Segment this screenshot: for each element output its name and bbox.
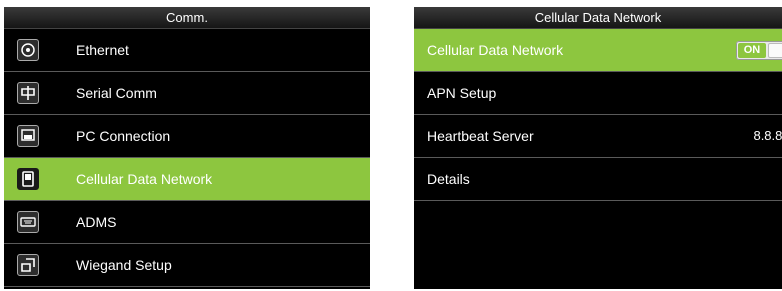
menu-item-serial-comm[interactable]: Serial Comm [4,72,370,115]
menu-item-pc-connection[interactable]: PC Connection [4,115,370,158]
serial-icon [17,82,39,104]
menu-item-label: PC Connection [76,128,171,144]
toggle-knob [768,43,782,58]
wiegand-icon [17,254,39,276]
ethernet-icon [17,39,39,61]
setting-cellular-data-network[interactable]: Cellular Data Network ON [414,29,782,72]
menu-item-wiegand-setup[interactable]: Wiegand Setup [4,244,370,287]
screen-title: Cellular Data Network [414,7,782,29]
setting-heartbeat-server[interactable]: Heartbeat Server 8.8.8. [414,115,782,158]
menu-item-label: Cellular Data Network [76,171,213,187]
toggle-state: ON [738,43,766,58]
menu-item-label: Wiegand Setup [76,257,172,273]
screen-title: Comm. [4,7,370,29]
menu-item-ethernet[interactable]: Ethernet [4,29,370,72]
cellular-icon [17,168,39,190]
setting-label: Cellular Data Network [427,42,564,58]
comm-menu-screen: Comm. Ethernet Serial Comm PC Connection… [4,7,370,289]
setting-label: APN Setup [427,85,497,101]
setting-label: Details [427,171,470,187]
setting-apn-setup[interactable]: APN Setup [414,72,782,115]
cellular-settings-screen: Cellular Data Network Cellular Data Netw… [414,7,782,289]
setting-label: Heartbeat Server [427,128,534,144]
menu-item-adms[interactable]: ADMS [4,201,370,244]
menu-item-label: Serial Comm [76,85,157,101]
setting-value: 8.8.8. [753,128,782,143]
menu-item-cellular-data-network[interactable]: Cellular Data Network [4,158,370,201]
menu-item-label: ADMS [76,214,117,230]
setting-details[interactable]: Details [414,158,782,201]
pc-connection-icon [17,125,39,147]
menu-item-label: Ethernet [76,42,129,58]
adms-icon [17,211,39,233]
cellular-toggle[interactable]: ON [736,41,782,60]
